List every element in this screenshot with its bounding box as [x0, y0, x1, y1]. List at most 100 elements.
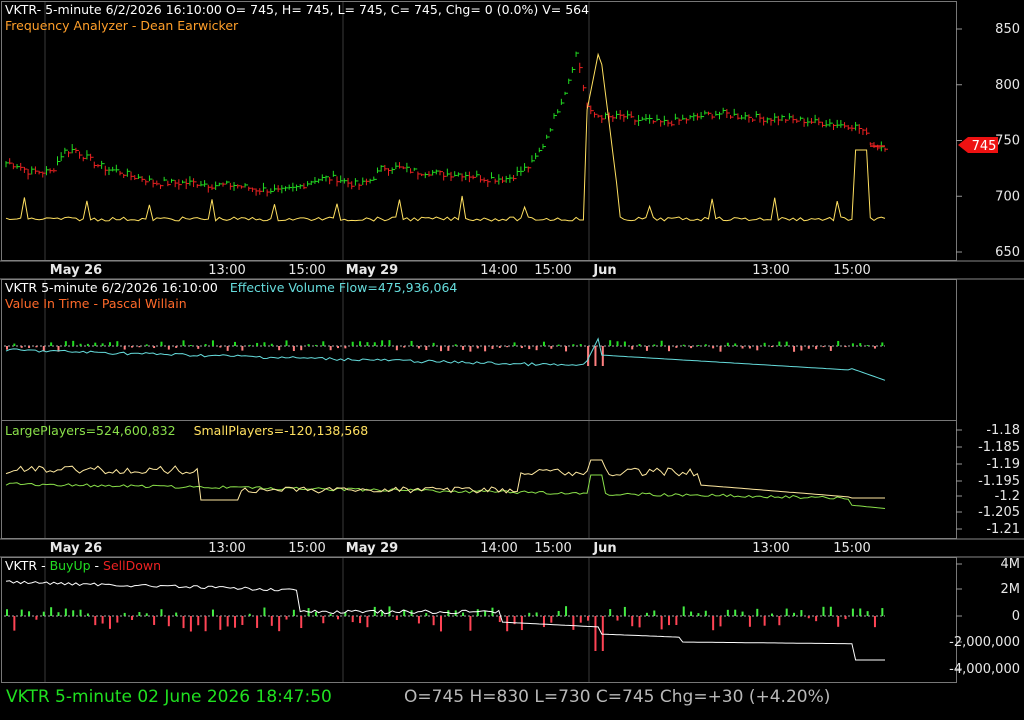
x-axis-label: May 26 [50, 263, 102, 278]
selldown-bar [417, 616, 420, 624]
buyup-bar [329, 613, 332, 616]
selldown-bar [572, 616, 575, 630]
selldown-bar [351, 616, 354, 623]
buyup-bar [741, 611, 744, 616]
vit-bar [175, 346, 178, 348]
vit-bar [131, 346, 134, 348]
selldown-bar [395, 616, 398, 621]
vit-bar [344, 346, 347, 349]
selldown-bar [278, 616, 281, 632]
vit-bar [756, 346, 759, 351]
price-axis-tick-label: 800 [995, 78, 1020, 93]
buyup-bar [263, 607, 266, 616]
buyup-bar [138, 612, 141, 616]
vit-bar [248, 344, 251, 346]
buyup-bar [697, 613, 700, 616]
selldown-bar [226, 616, 229, 627]
buyup-bar [160, 609, 163, 616]
vit-bar [520, 346, 523, 349]
vit-bar [491, 346, 494, 349]
buysell-axis-tick-label: 2M [1001, 582, 1021, 597]
x-axis-label: Jun [592, 263, 616, 278]
vit-bar [373, 342, 376, 346]
vit-bar [851, 343, 854, 346]
vit-bar [476, 346, 479, 349]
vit-bar [616, 341, 619, 346]
selldown-bar [13, 616, 16, 631]
last-price-label: 745 [972, 139, 997, 154]
buyup-bar [388, 606, 391, 616]
vit-bar [668, 346, 671, 352]
vit-bar [189, 344, 192, 346]
selldown-bar [763, 616, 766, 626]
selldown-bar [108, 616, 111, 629]
buyup-bar [145, 613, 148, 616]
vit-bar [829, 346, 832, 351]
selldown-bar [204, 616, 207, 632]
x-axis-label: Jun [592, 541, 616, 556]
vit-bar [712, 346, 715, 349]
vit-bar [807, 346, 810, 349]
vit-bar [653, 344, 656, 346]
selldown-bar [712, 616, 715, 631]
buyup-bar [822, 606, 825, 616]
vit-bar [410, 340, 413, 346]
vit-bar [64, 341, 67, 346]
vit-bar [557, 344, 560, 346]
selldown-bar [322, 616, 325, 624]
selldown-bar [579, 616, 582, 623]
buyup-bar [28, 611, 31, 616]
vit-bar [35, 346, 38, 348]
effective-volume-flow-line [5, 337, 886, 381]
x-axis-label: 14:00 [480, 263, 517, 278]
selldown-bar [219, 616, 222, 630]
selldown-bar [94, 616, 97, 626]
vit-bar [403, 346, 406, 348]
selldown-bar [675, 616, 678, 625]
vit-bar [734, 343, 737, 346]
buyup-bar [476, 609, 479, 616]
vit-bar [425, 346, 428, 351]
selldown-bar [815, 616, 818, 622]
selldown-bar [131, 616, 134, 620]
vit-bar [770, 346, 773, 348]
x-axis-label: 13:00 [752, 541, 789, 556]
vit-bar [204, 344, 207, 346]
vit-bar [211, 340, 214, 346]
vit-bar [388, 340, 391, 346]
selldown-bar [189, 616, 192, 632]
x-axis-label: 13:00 [208, 263, 245, 278]
players-axis-tick-label: -1.19 [986, 457, 1020, 472]
buyup-bar [425, 613, 428, 616]
selldown-bar [748, 616, 751, 627]
x-axis-label: 14:00 [480, 541, 517, 556]
buyup-bar [79, 609, 82, 616]
vit-bar [322, 341, 325, 346]
x-axis-label: May 29 [346, 541, 398, 556]
buyup-bar [866, 611, 869, 616]
vit-bar [623, 341, 626, 346]
vit-bar [20, 346, 23, 348]
selldown-bar [234, 616, 237, 628]
small-players-label: SmallPlayers=-120,138,568 [194, 423, 369, 438]
buyup-bar [770, 613, 773, 616]
selldown-bar [668, 616, 671, 626]
vit-bar [395, 346, 398, 351]
selldown-bar [270, 616, 273, 626]
vit-bar [278, 346, 281, 351]
selldown-bar [469, 616, 472, 631]
vit-bar [359, 341, 362, 346]
frequency-analyzer-line [5, 52, 886, 222]
buysell-prefix: VKTR - [5, 558, 50, 573]
x-axis-label: 15:00 [833, 263, 870, 278]
vit-bar [50, 342, 53, 346]
vit-bar [197, 346, 200, 349]
buysell-axis-tick-label: -4,000,000 [949, 662, 1020, 677]
selldown-bar [873, 616, 876, 628]
buysell-panel-frame [1, 557, 957, 683]
vit-bar [462, 346, 465, 350]
selldown-bar [153, 616, 156, 625]
vit-bar [601, 346, 604, 366]
buyup-bar [653, 610, 656, 616]
vit-bar [160, 341, 163, 346]
